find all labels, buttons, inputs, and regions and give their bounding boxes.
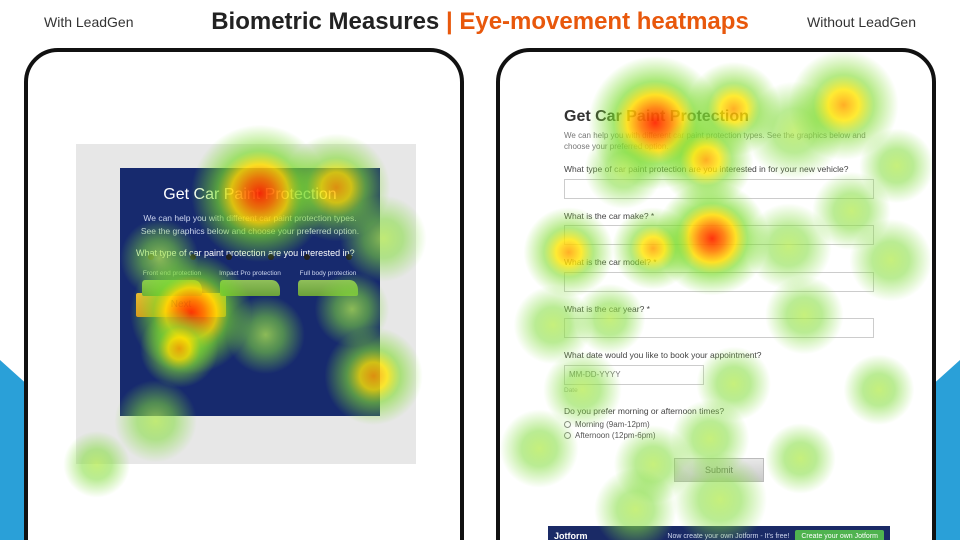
- option-caption: Impact Pro protection: [214, 270, 286, 277]
- car-make-field[interactable]: [564, 225, 874, 245]
- date-field[interactable]: [564, 365, 704, 385]
- question-label: What is the car year? *: [564, 304, 874, 314]
- jotform-logo: Jotform: [554, 531, 588, 540]
- car-model-field[interactable]: [564, 272, 874, 292]
- form-question: What type of car paint protection are yo…: [136, 248, 364, 258]
- question-label: What is the car model? *: [564, 257, 874, 267]
- question-label: What type of car paint protection are yo…: [564, 164, 874, 174]
- option-caption: Front end protection: [136, 270, 208, 277]
- long-form: Get Car Paint Protection We can help you…: [564, 108, 874, 482]
- radio-label: Morning (9am-12pm): [575, 420, 650, 429]
- submit-button[interactable]: Submit: [674, 458, 764, 482]
- form-subtitle: We can help you with different car paint…: [564, 130, 874, 152]
- radio-label: Afternoon (12pm-6pm): [575, 431, 655, 440]
- question-label: What date would you like to book your ap…: [564, 350, 874, 360]
- slide-stage: Biometric Measures | Eye-movement heatma…: [0, 0, 960, 540]
- device-frame-right: Get Car Paint Protection We can help you…: [496, 48, 936, 540]
- question-label: What is the car make? *: [564, 211, 874, 221]
- title-part-b: Eye-movement heatmaps: [459, 8, 748, 35]
- protection-type-field[interactable]: [564, 179, 874, 199]
- jotform-bar: Jotform Now create your own Jotform - It…: [548, 526, 890, 540]
- radio-icon: [564, 432, 571, 439]
- form-title: Get Car Paint Protection: [564, 108, 874, 126]
- title-separator: |: [439, 8, 459, 35]
- caption-without-leadgen: Without LeadGen: [807, 14, 916, 30]
- form-title: Get Car Paint Protection: [136, 186, 364, 204]
- form-subtitle: We can help you with different car paint…: [136, 212, 364, 238]
- option-row: Front end protection Impact Pro protecti…: [136, 266, 364, 277]
- jotform-tagline: Now create your own Jotform - It's free!: [667, 533, 789, 540]
- device-frame-left: Get Car Paint Protection We can help you…: [24, 48, 464, 540]
- leadgen-form-card: Get Car Paint Protection We can help you…: [120, 168, 380, 416]
- jotform-cta-button[interactable]: Create your own Jotform: [795, 530, 884, 540]
- date-hint: Date: [564, 387, 874, 394]
- radio-option[interactable]: Morning (9am-12pm): [564, 420, 874, 429]
- radio-option[interactable]: Afternoon (12pm-6pm): [564, 431, 874, 440]
- question-label: Do you prefer morning or afternoon times…: [564, 406, 874, 416]
- radio-icon: [564, 421, 571, 428]
- title-part-a: Biometric Measures: [211, 8, 439, 35]
- form-backdrop: Get Car Paint Protection We can help you…: [76, 144, 416, 464]
- option-caption: Full body protection: [292, 270, 364, 277]
- next-button[interactable]: Next: [136, 293, 226, 317]
- caption-with-leadgen: With LeadGen: [44, 14, 134, 30]
- car-year-field[interactable]: [564, 318, 874, 338]
